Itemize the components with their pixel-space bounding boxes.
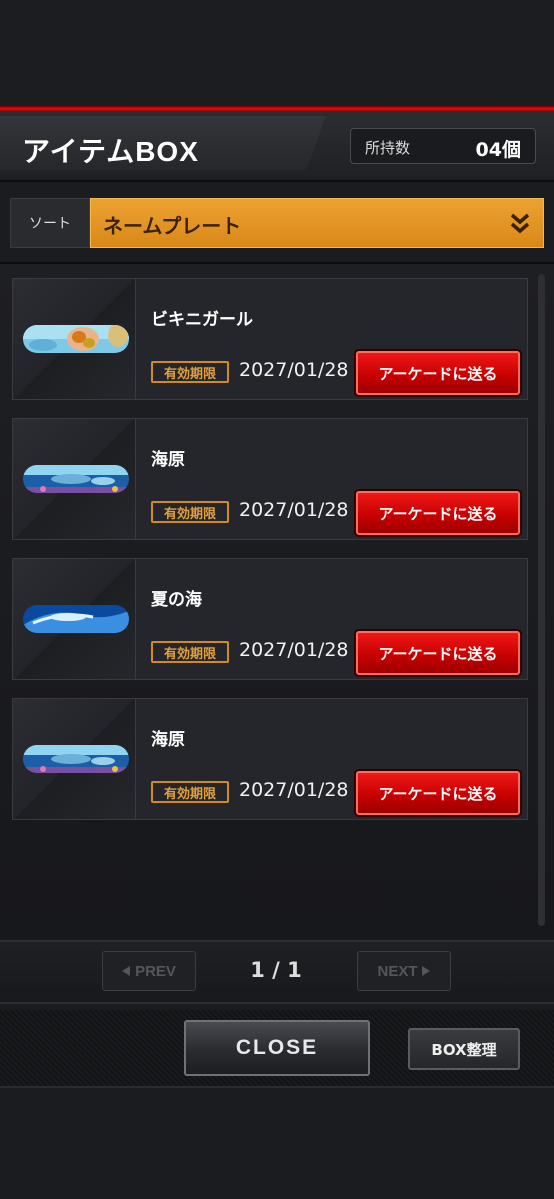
expiry-badge: 有効期限 xyxy=(151,361,229,383)
item-thumbnail xyxy=(13,699,136,819)
nameplate-ocean-dolphin-image xyxy=(23,745,129,773)
send-to-arcade-button[interactable]: アーケードに送る xyxy=(356,631,520,675)
nameplate-ocean-dolphin-image xyxy=(23,465,129,493)
next-label: NEXT xyxy=(377,962,418,980)
list-item: 海原 有効期限 2027/01/28 アーケードに送る xyxy=(12,418,528,540)
expiry-badge: 有効期限 xyxy=(151,641,229,663)
top-spacer xyxy=(0,0,554,108)
page-indicator: 1 / 1 xyxy=(250,958,302,982)
sort-selected-value: ネームプレート xyxy=(103,214,242,238)
expiry-date: 2027/01/28 xyxy=(239,779,349,801)
prev-label: PREV xyxy=(135,962,176,980)
item-thumbnail xyxy=(13,279,136,399)
sort-label: ソート xyxy=(10,198,90,248)
triangle-right-icon xyxy=(421,966,430,976)
nameplate-summer-sea-image xyxy=(23,605,129,633)
item-list[interactable]: ビキニガール 有効期限 2027/01/28 アーケードに送る 海原 有効期限 … xyxy=(0,262,554,940)
sort-bar: ソート ネームプレート xyxy=(10,198,544,248)
page-title: アイテムBOX xyxy=(22,136,199,167)
box-organize-button[interactable]: BOX整理 xyxy=(408,1028,520,1070)
triangle-left-icon xyxy=(122,966,131,976)
nameplate-bikini-girl-image xyxy=(23,325,129,353)
item-name: 海原 xyxy=(151,450,185,470)
list-item: 夏の海 有効期限 2027/01/28 アーケードに送る xyxy=(12,558,528,680)
list-item: 海原 有効期限 2027/01/28 アーケードに送る xyxy=(12,698,528,820)
sort-dropdown[interactable]: ネームプレート xyxy=(90,198,544,248)
expiry-date: 2027/01/28 xyxy=(239,499,349,521)
item-count-box: 所持数 04個 xyxy=(350,128,536,164)
item-count-label: 所持数 xyxy=(365,139,411,157)
expiry-badge: 有効期限 xyxy=(151,501,229,523)
item-name: 海原 xyxy=(151,730,185,750)
item-name: ビキニガール xyxy=(151,310,253,330)
expiry-date: 2027/01/28 xyxy=(239,359,349,381)
item-name: 夏の海 xyxy=(151,590,202,610)
bottom-spacer xyxy=(0,1088,554,1199)
item-count-value: 04個 xyxy=(475,139,521,161)
close-button[interactable]: CLOSE xyxy=(184,1020,370,1076)
prev-page-button[interactable]: PREV xyxy=(102,951,196,991)
pagination: PREV 1 / 1 NEXT xyxy=(0,940,554,1004)
item-thumbnail xyxy=(13,559,136,679)
footer: CLOSE BOX整理 xyxy=(0,1010,554,1088)
double-chevron-down-icon xyxy=(510,213,530,234)
send-to-arcade-button[interactable]: アーケードに送る xyxy=(356,351,520,395)
next-page-button[interactable]: NEXT xyxy=(357,951,451,991)
scrollbar[interactable] xyxy=(538,274,545,926)
expiry-badge: 有効期限 xyxy=(151,781,229,803)
item-thumbnail xyxy=(13,419,136,539)
send-to-arcade-button[interactable]: アーケードに送る xyxy=(356,771,520,815)
header: アイテムBOX 所持数 04個 xyxy=(0,112,554,182)
send-to-arcade-button[interactable]: アーケードに送る xyxy=(356,491,520,535)
title-plate: アイテムBOX xyxy=(0,116,326,170)
list-item: ビキニガール 有効期限 2027/01/28 アーケードに送る xyxy=(12,278,528,400)
expiry-date: 2027/01/28 xyxy=(239,639,349,661)
